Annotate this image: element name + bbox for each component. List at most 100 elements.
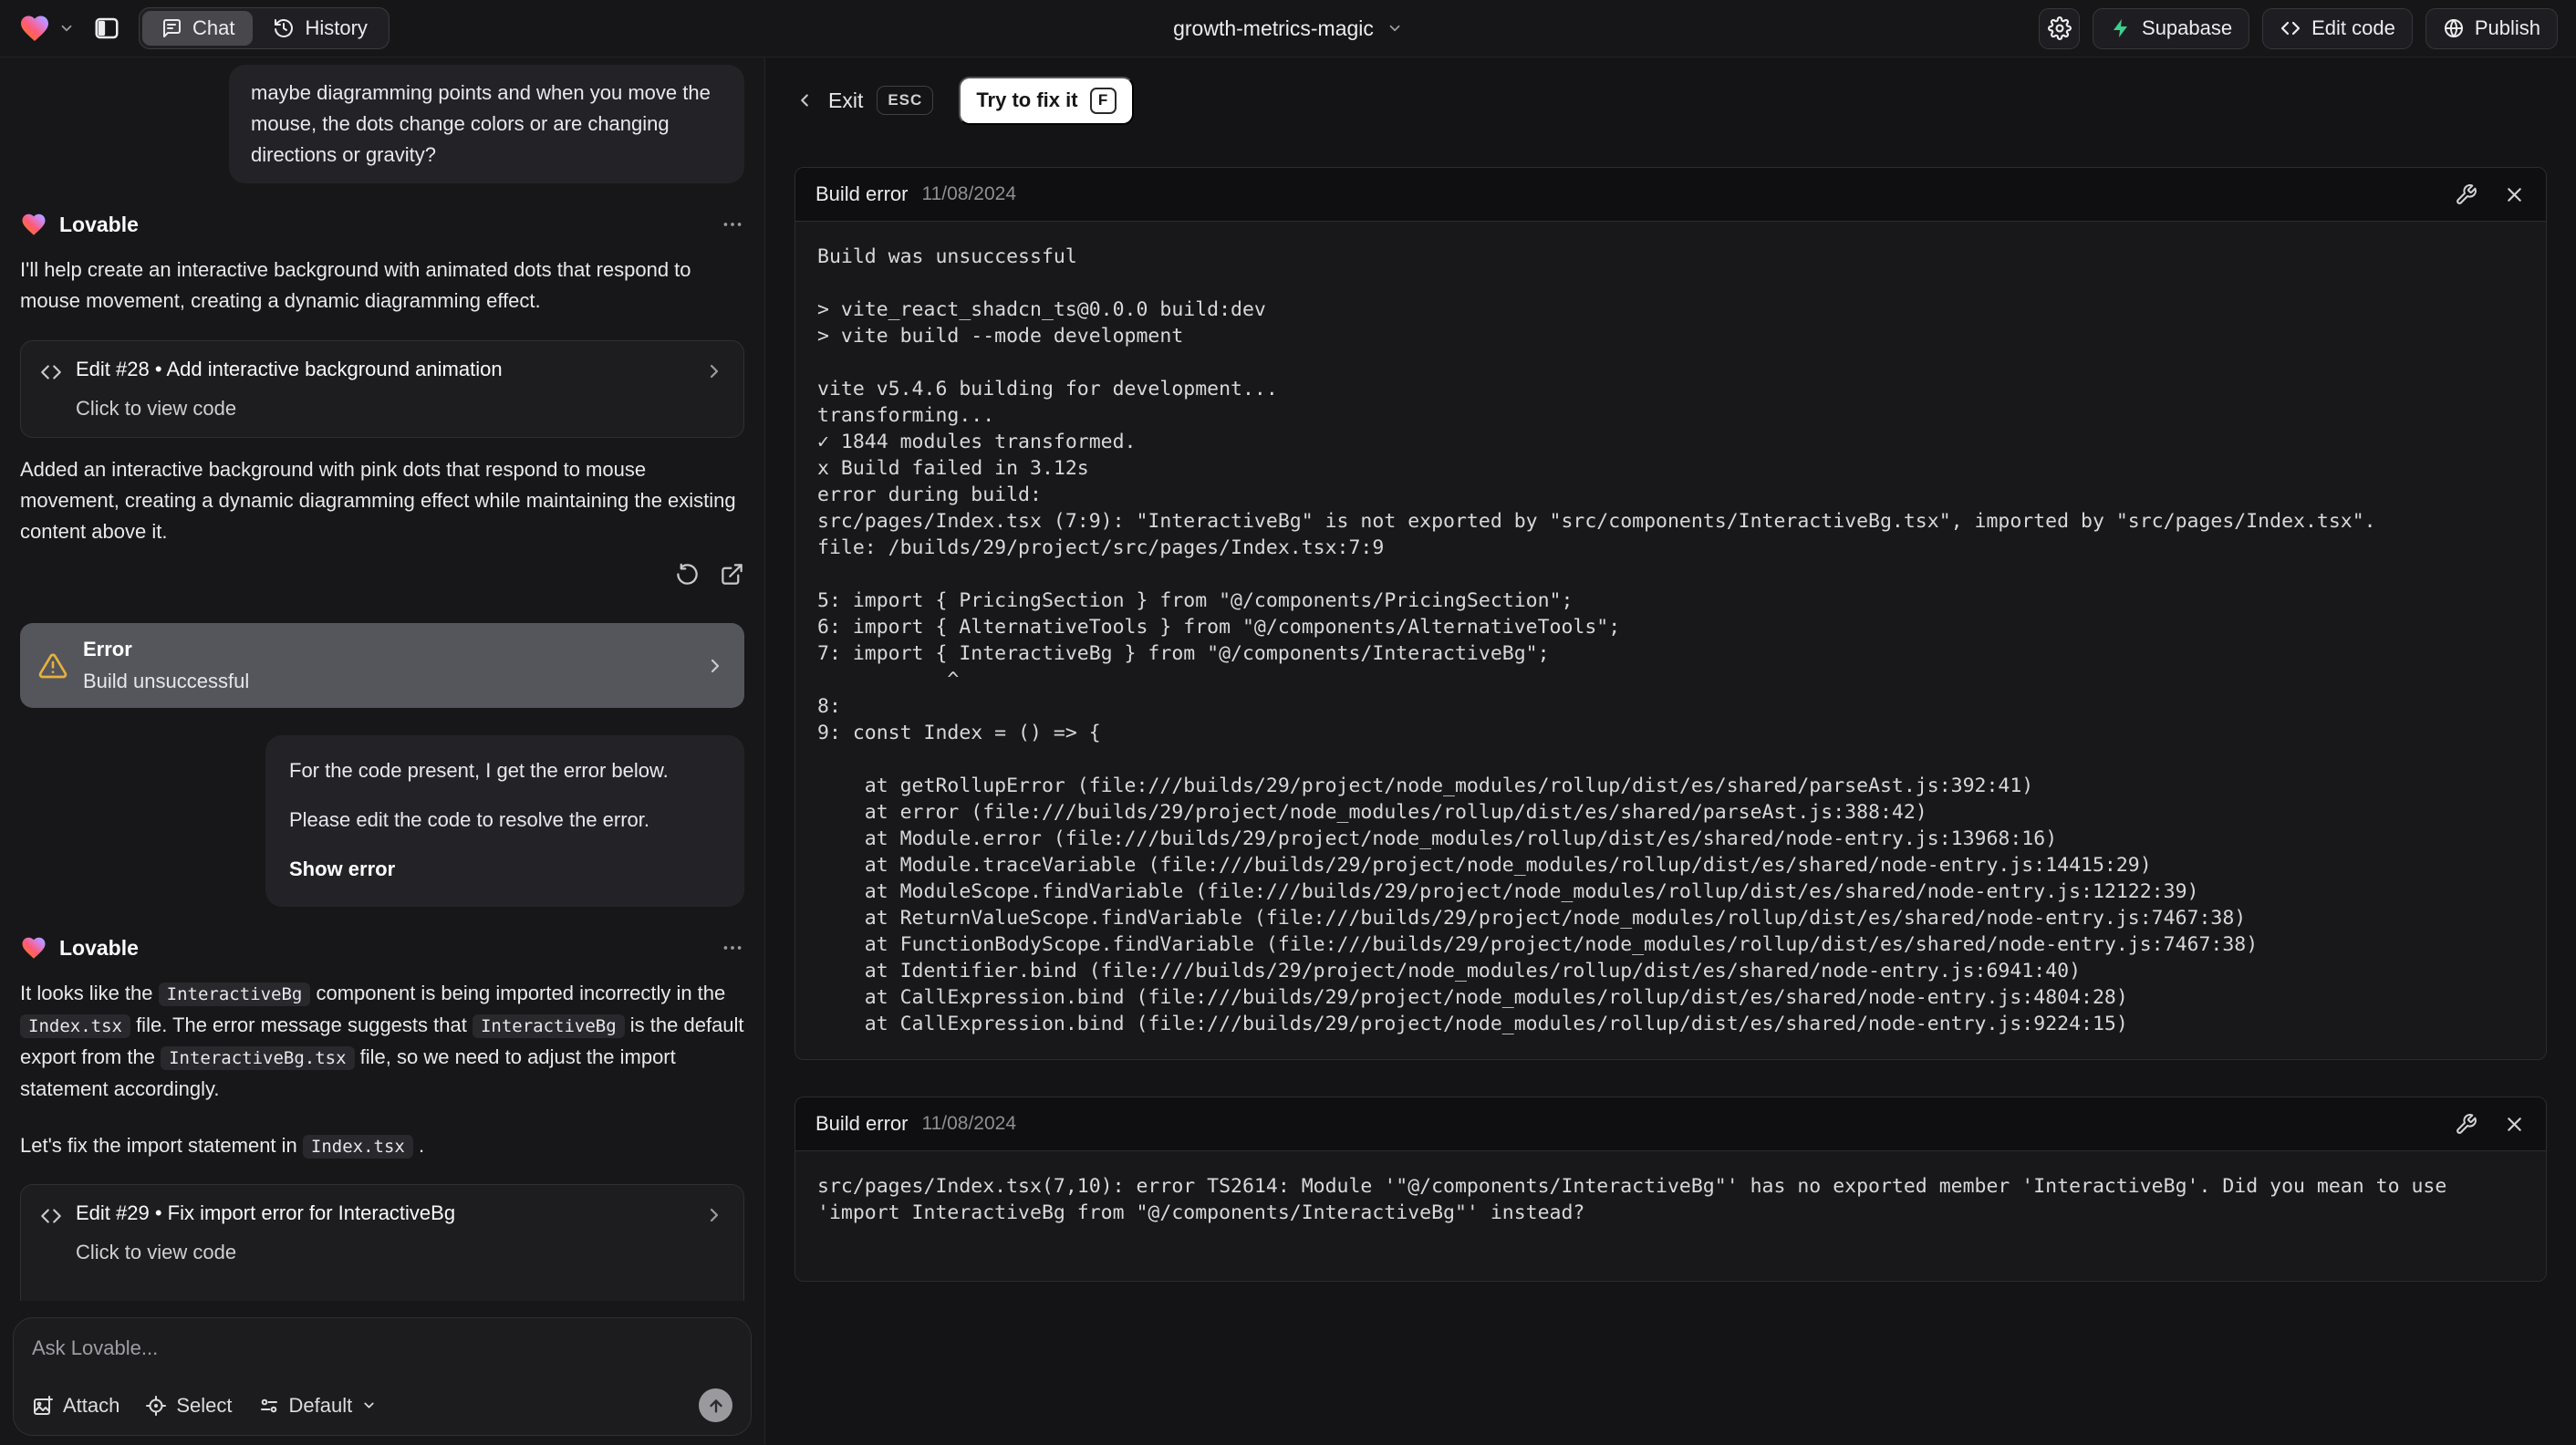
arrow-up-icon	[706, 1396, 726, 1416]
chevron-down-icon	[58, 20, 75, 36]
brand[interactable]	[18, 12, 75, 45]
project-title: growth-metrics-magic	[1173, 16, 1374, 40]
tab-chat[interactable]: Chat	[142, 11, 254, 46]
open-preview-icon[interactable]	[720, 562, 744, 587]
edit-code-button[interactable]: Edit code	[2262, 7, 2413, 49]
assistant-message: Let's fix the import statement in Index.…	[20, 1134, 425, 1159]
user-message: For the code present, I get the error be…	[265, 735, 744, 907]
message-actions	[20, 562, 744, 587]
code-icon	[39, 1204, 63, 1228]
panel-body[interactable]: src/pages/Index.tsx(7,10): error TS2614:…	[795, 1151, 2546, 1281]
panel-header: Build error 11/08/2024	[795, 168, 2546, 222]
user-message-text: Please edit the code to resolve the erro…	[289, 808, 650, 831]
restore-icon[interactable]	[675, 562, 700, 587]
chat-history-tabs: Chat History	[139, 7, 390, 49]
exit-label: Exit	[828, 88, 864, 112]
lovable-avatar	[20, 934, 47, 962]
attach-image-icon	[32, 1395, 54, 1417]
edit-code-label: Edit code	[2311, 16, 2395, 39]
lovable-heart-logo	[18, 12, 51, 45]
edit-card-29[interactable]: Edit #29 • Fix import error for Interact…	[20, 1184, 744, 1301]
supabase-button[interactable]: Supabase	[2093, 7, 2250, 49]
chat-input-container: Attach Select Default	[13, 1317, 752, 1436]
build-error-panel-1: Build error 11/08/2024 Build was unsucce…	[795, 167, 2547, 1060]
attach-label: Attach	[63, 1393, 120, 1417]
target-icon	[145, 1395, 167, 1417]
history-icon	[273, 17, 295, 39]
assistant-name: Lovable	[59, 935, 139, 960]
error-card-title: Error	[83, 638, 132, 660]
edit-card-subtitle: Click to view code	[76, 1241, 237, 1263]
message-menu-icon[interactable]	[721, 213, 744, 236]
assistant-header: Lovable	[20, 211, 744, 238]
supabase-bolt-icon	[2110, 17, 2132, 39]
project-switcher[interactable]: growth-metrics-magic	[1173, 0, 1403, 57]
chat-input-toolbar: Attach Select Default	[32, 1388, 732, 1422]
assistant-message: I'll help create an interactive backgrou…	[20, 258, 691, 312]
show-error-link[interactable]: Show error	[289, 854, 721, 885]
assistant-message: It looks like the InteractiveBg componen…	[20, 982, 744, 1100]
assistant-name: Lovable	[59, 212, 139, 236]
tab-history-label: History	[305, 16, 368, 39]
exit-button[interactable]: Exit ESC	[795, 86, 934, 115]
close-icon[interactable]	[2503, 183, 2526, 206]
panel-date: 11/08/2024	[921, 183, 1017, 204]
fix-toolbar: Exit ESC Try to fix it F	[795, 57, 2547, 127]
chevron-right-icon	[703, 1204, 725, 1226]
mode-dropdown[interactable]: Default	[258, 1394, 378, 1418]
tab-chat-label: Chat	[192, 16, 235, 39]
supabase-label: Supabase	[2142, 16, 2233, 39]
build-log: src/pages/Index.tsx(7,10): error TS2614:…	[817, 1175, 2459, 1224]
gear-icon	[2047, 16, 2072, 40]
chat-scroll-area[interactable]: maybe diagramming points and when you mo…	[0, 57, 764, 1445]
assistant-header: Lovable	[20, 934, 744, 962]
assistant-message: Added an interactive background with pin…	[20, 458, 736, 543]
edit-card-title: Edit #29 • Fix import error for Interact…	[76, 1201, 456, 1224]
panel-header: Build error 11/08/2024	[795, 1097, 2546, 1151]
top-bar: Chat History growth-metrics-magic Supaba…	[0, 0, 2576, 57]
chevron-left-icon	[795, 90, 815, 110]
topbar-actions: Supabase Edit code Publish	[2039, 7, 2558, 49]
panel-actions	[2455, 183, 2526, 206]
chevron-down-icon	[1387, 20, 1403, 36]
sliders-icon	[258, 1395, 280, 1417]
chevron-right-icon	[703, 360, 725, 382]
user-message: maybe diagramming points and when you mo…	[229, 65, 744, 183]
mode-label: Default	[288, 1393, 353, 1417]
panel-actions	[2455, 1113, 2526, 1136]
panel-body[interactable]: Build was unsuccessful > vite_react_shad…	[795, 222, 2546, 1059]
publish-label: Publish	[2474, 16, 2540, 39]
attach-button[interactable]: Attach	[32, 1394, 119, 1418]
sidebar-toggle-icon[interactable]	[93, 15, 120, 42]
select-button[interactable]: Select	[145, 1393, 233, 1418]
publish-button[interactable]: Publish	[2425, 7, 2558, 49]
panel-date: 11/08/2024	[921, 1113, 1017, 1134]
globe-icon	[2443, 17, 2465, 39]
edit-card-subtitle: Click to view code	[76, 397, 237, 420]
chat-panel: maybe diagramming points and when you mo…	[0, 57, 765, 1445]
error-card-subtitle: Build unsuccessful	[83, 670, 250, 692]
build-log: Build was unsuccessful > vite_react_shad…	[817, 245, 2376, 1035]
select-label: Select	[176, 1393, 233, 1417]
edit-card-28[interactable]: Edit #28 • Add interactive background an…	[20, 340, 744, 438]
warning-triangle-icon	[38, 651, 68, 681]
f-key-badge: F	[1089, 87, 1117, 114]
chevron-down-icon	[361, 1398, 377, 1413]
send-button[interactable]	[699, 1388, 732, 1422]
esc-key-badge: ESC	[877, 86, 934, 115]
code-icon	[2280, 17, 2301, 39]
chat-bubble-icon	[161, 17, 182, 39]
chat-input[interactable]	[32, 1335, 732, 1388]
wrench-icon[interactable]	[2455, 1113, 2477, 1136]
try-to-fix-button[interactable]: Try to fix it F	[959, 76, 1134, 125]
tab-history[interactable]: History	[254, 11, 385, 46]
code-icon	[39, 360, 63, 384]
wrench-icon[interactable]	[2455, 183, 2477, 206]
error-workspace: Exit ESC Try to fix it F Build error 11/…	[765, 57, 2576, 1445]
build-error-card[interactable]: Error Build unsuccessful	[20, 623, 744, 708]
close-icon[interactable]	[2503, 1113, 2526, 1136]
fix-label: Try to fix it	[976, 88, 1078, 111]
settings-button[interactable]	[2039, 7, 2081, 49]
message-menu-icon[interactable]	[721, 936, 744, 960]
chevron-right-icon	[704, 655, 726, 677]
